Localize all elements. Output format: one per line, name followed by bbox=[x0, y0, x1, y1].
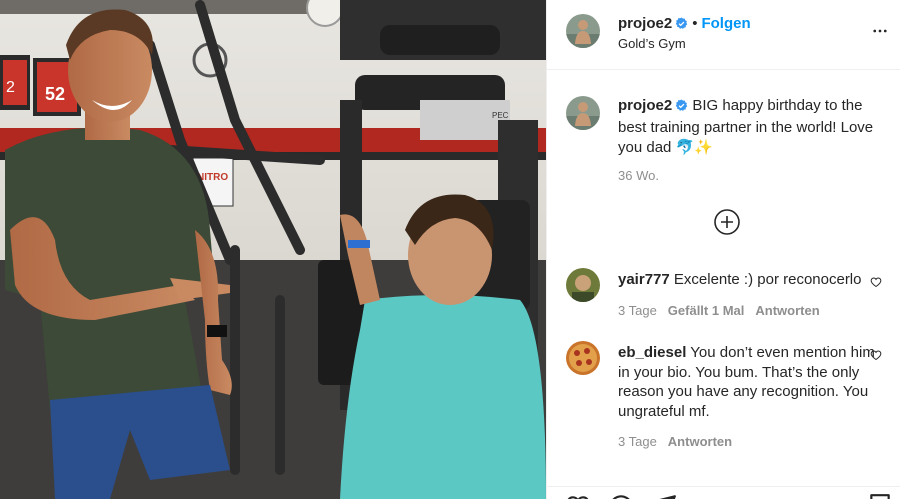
commenter-avatar[interactable] bbox=[566, 341, 600, 375]
post-location[interactable]: Gold’s Gym bbox=[618, 36, 686, 51]
comment-username[interactable]: yair777 bbox=[618, 271, 670, 288]
verified-badge-icon bbox=[675, 98, 688, 118]
machine-label: PEC bbox=[492, 111, 509, 120]
reply-button[interactable]: Antworten bbox=[755, 303, 819, 318]
comment-age[interactable]: 3 Tage bbox=[618, 303, 657, 318]
heart-icon[interactable] bbox=[565, 493, 591, 499]
comment-text: Excelente :) por reconocerlo bbox=[673, 271, 862, 288]
comment-text-block: eb_diesel You don’t even mention him in … bbox=[618, 343, 890, 421]
more-options-icon[interactable] bbox=[871, 22, 889, 40]
jersey-number-right: 52 bbox=[45, 84, 65, 104]
post-sidebar: projoe2 • Folgen Gold’s Gym projoe2 BIG ha… bbox=[546, 0, 900, 499]
caption-timestamp[interactable]: 36 Wo. bbox=[618, 168, 659, 183]
commenter-avatar[interactable] bbox=[566, 268, 600, 302]
comment-icon[interactable] bbox=[608, 493, 634, 499]
verified-badge-icon bbox=[675, 17, 688, 34]
jersey-number-left: 2 bbox=[6, 79, 15, 96]
comment-meta: 3 Tage Antworten bbox=[618, 434, 743, 449]
separator-dot: • bbox=[692, 15, 698, 32]
comment-text-block: yair777 Excelente :) por reconocerlo bbox=[618, 270, 890, 290]
post-header: projoe2 • Folgen Gold’s Gym bbox=[547, 0, 900, 70]
comment-likes[interactable]: Gefällt 1 Mal bbox=[668, 303, 745, 318]
heart-icon[interactable] bbox=[870, 276, 882, 288]
paper-plane-icon[interactable] bbox=[651, 493, 677, 499]
author-avatar[interactable] bbox=[566, 14, 600, 48]
reply-button[interactable]: Antworten bbox=[668, 434, 732, 449]
caption-avatar[interactable] bbox=[566, 96, 600, 130]
bookmark-icon[interactable] bbox=[867, 493, 893, 499]
action-bar bbox=[547, 486, 900, 499]
caption-username[interactable]: projoe2 bbox=[618, 97, 672, 114]
plus-circle-icon[interactable] bbox=[713, 208, 741, 236]
author-username[interactable]: projoe2 bbox=[618, 15, 672, 32]
gym-photo-illustration: 2 52 NITRO PEC bbox=[0, 0, 546, 499]
comment-username[interactable]: eb_diesel bbox=[618, 344, 686, 361]
comment-meta: 3 Tage Gefällt 1 Mal Antworten bbox=[618, 303, 831, 318]
jersey-frame-left: 2 bbox=[0, 55, 30, 110]
comment-age[interactable]: 3 Tage bbox=[618, 434, 657, 449]
post-photo[interactable]: 2 52 NITRO PEC bbox=[0, 0, 546, 499]
caption-text-block: projoe2 BIG happy birthday to the best t… bbox=[618, 96, 888, 158]
heart-icon[interactable] bbox=[870, 349, 882, 361]
follow-button[interactable]: Folgen bbox=[701, 15, 750, 32]
